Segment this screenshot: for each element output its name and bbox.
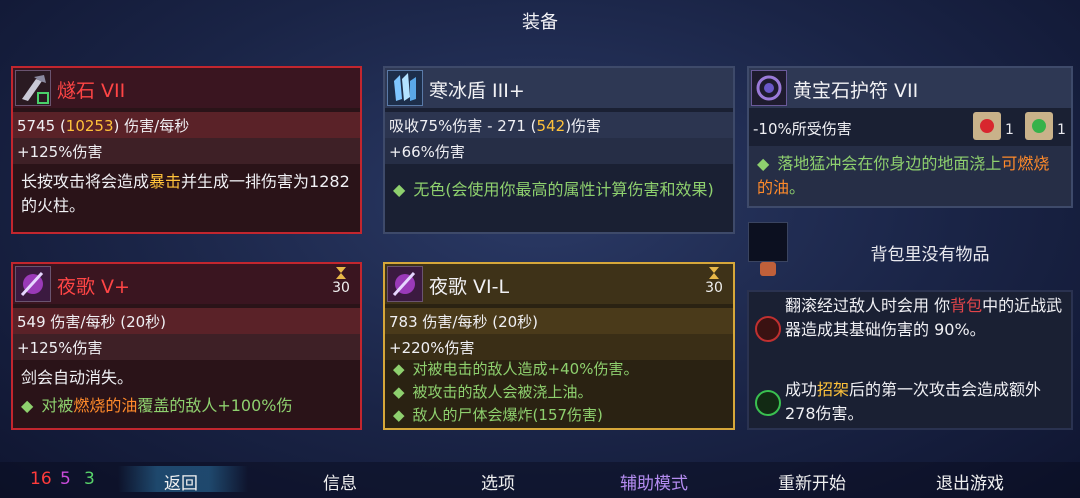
mutations-panel: 翻滚经过敌人时会用 你背包中的近战武器造成其基础伤害的 90%。 成功招架后的第… xyxy=(747,290,1073,430)
weapon-card-flint[interactable]: 燧石 VII 5745 (10253) 伤害/每秒 +125%伤害 长按攻击将会… xyxy=(11,66,362,234)
flint-weapon-icon xyxy=(15,70,51,106)
mutation-1-text: 翻滚经过敌人时会用 你背包中的近战武器造成其基础伤害的 90%。 xyxy=(785,296,1063,339)
skill-affix-list: ◆ 对被电击的敌人造成+40%伤害。 ◆ 被攻击的敌人会被浇上油。 ◆ 敌人的尸体会爆… xyxy=(393,358,727,427)
dps-stat: 783 伤害/每秒 (20秒) xyxy=(389,313,539,331)
backpack-icon xyxy=(760,262,776,276)
amulet-description: ◆ 落地猛冲会在你身边的地面浇上可燃烧的油。 xyxy=(757,154,1050,197)
amulet-name: 黄宝石护符 VII xyxy=(793,80,919,102)
page-title: 装备 xyxy=(522,12,558,33)
skill-affix: ◆ 对被燃烧的油覆盖的敌人+100%伤 xyxy=(21,396,293,415)
menu-info-button[interactable]: 信息 xyxy=(323,469,357,494)
scroll-of-brutality-icon xyxy=(973,112,1001,140)
mutation-icon-parry[interactable] xyxy=(755,390,781,416)
backpack-empty-text: 背包里没有物品 xyxy=(870,245,990,265)
menu-options-button[interactable]: 选项 xyxy=(481,469,515,494)
shield-card-ice[interactable]: 寒冰盾 III+ 吸收75%伤害 - 271 (542)伤害 +66%伤害 ◆ 无… xyxy=(383,66,735,234)
shield-description: ◆ 无色(会使用你最高的属性计算伤害和效果) xyxy=(393,180,714,199)
skill-card-nocturne-1[interactable]: 夜歌 V+ 30 549 伤害/每秒 (20秒) +125%伤害 剑会自动消失。… xyxy=(11,262,362,430)
skill-name: 夜歌 VI-L xyxy=(429,276,510,298)
stat-counter-survival: 3 xyxy=(84,469,95,489)
affix-item: ◆ 敌人的尸体会爆炸(157伤害) xyxy=(393,406,603,424)
damage-bonus-stat: +220%伤害 xyxy=(389,339,475,357)
damage-bonus-stat: +125%伤害 xyxy=(17,143,103,161)
affix-item: ◆ 对被电击的敌人造成+40%伤害。 xyxy=(393,360,639,378)
skill-card-nocturne-2[interactable]: 夜歌 VI-L 30 783 伤害/每秒 (20秒) +220%伤害 ◆ 对被电击… xyxy=(383,262,735,430)
cooldown-indicator: 30 xyxy=(330,266,352,296)
menu-assist-mode-button[interactable]: 辅助模式 xyxy=(620,469,688,494)
nocturne-icon xyxy=(387,266,423,302)
dps-stat: 5745 (10253) 伤害/每秒 xyxy=(17,117,190,135)
mutation-icon-ygdar[interactable] xyxy=(755,316,781,342)
backpack-slot[interactable] xyxy=(748,222,788,262)
damage-taken-stat: -10%所受伤害 xyxy=(753,120,852,138)
menu-back-button[interactable]: 返回 xyxy=(164,469,198,494)
menu-restart-button[interactable]: 重新开始 xyxy=(778,469,846,494)
stat-counter-brutality: 16 xyxy=(30,469,52,489)
skill-description: 剑会自动消失。 xyxy=(21,368,134,387)
scroll2-count: 1 xyxy=(1057,122,1066,138)
absorb-stat: 吸收75%伤害 - 271 (542)伤害 xyxy=(389,117,602,135)
menu-quit-button[interactable]: 退出游戏 xyxy=(936,469,1004,494)
weapon-name: 燧石 VII xyxy=(57,80,126,102)
skill-name: 夜歌 V+ xyxy=(57,276,130,298)
affix-item: ◆ 被攻击的敌人会被浇上油。 xyxy=(393,383,593,401)
scroll1-count: 1 xyxy=(1005,122,1014,138)
stat-counter-tactics: 5 xyxy=(60,469,71,489)
scroll-of-survival-icon xyxy=(1025,112,1053,140)
dps-stat: 549 伤害/每秒 (20秒) xyxy=(17,313,167,331)
amulet-icon xyxy=(751,70,787,106)
shield-name: 寒冰盾 III+ xyxy=(429,80,525,102)
nocturne-icon xyxy=(15,266,51,302)
ice-shield-icon xyxy=(387,70,423,106)
amulet-card-topaz[interactable]: 黄宝石护符 VII -10%所受伤害 1 1 ◆ 落地猛冲会在你身边的地面浇上可燃… xyxy=(747,66,1073,208)
hourglass-icon xyxy=(336,267,346,279)
damage-bonus-stat: +125%伤害 xyxy=(17,339,103,357)
hourglass-icon xyxy=(709,267,719,279)
mutation-2-text: 成功招架后的第一次攻击会造成额外278伤害。 xyxy=(785,380,1042,423)
cooldown-indicator: 30 xyxy=(703,266,725,296)
damage-bonus-stat: +66%伤害 xyxy=(389,143,465,161)
weapon-description: 长按攻击将会造成暴击并生成一排伤害为1282的火柱。 xyxy=(21,172,350,215)
